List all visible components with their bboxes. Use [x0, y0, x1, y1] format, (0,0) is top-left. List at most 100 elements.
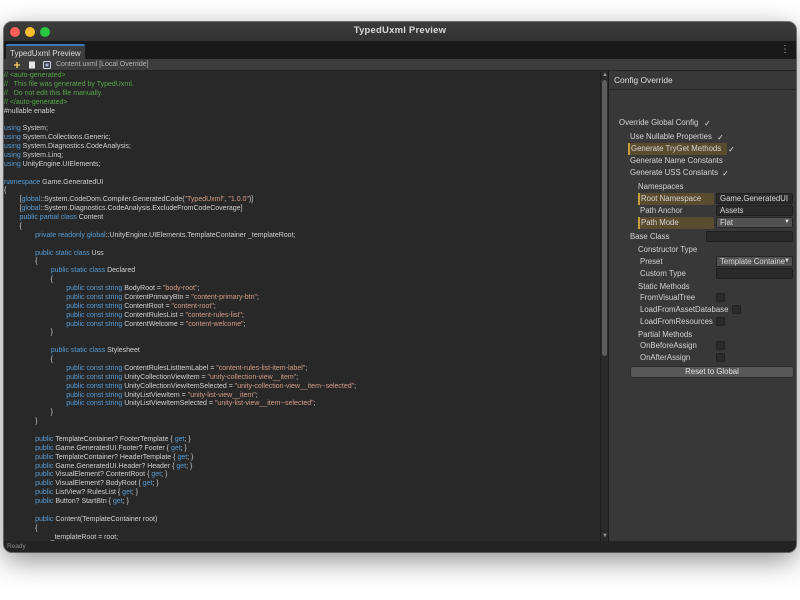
code-line: namespace Game.GeneratedUI [4, 179, 600, 188]
reset-to-global-button[interactable]: Reset to Global [630, 366, 794, 378]
code-token: using [4, 151, 21, 159]
code-line: // <auto-generated> [4, 72, 600, 81]
code-token: public const string [66, 293, 123, 301]
override-global-config-checkbox[interactable]: ✓ [703, 119, 712, 128]
code-token: public const string [66, 285, 123, 292]
code-line: public const string ContentRoot = "conte… [4, 303, 600, 312]
code-token: public const string [66, 382, 123, 390]
add-icon[interactable] [12, 60, 22, 70]
preset-dropdown[interactable]: Template Containe ▼ [716, 256, 793, 267]
code-line: public static class Declared [4, 267, 600, 276]
copy-icon[interactable] [27, 60, 37, 70]
path-anchor-field[interactable]: Assets [716, 205, 793, 216]
load-from-asset-database-checkbox[interactable] [732, 305, 741, 314]
refresh-icon[interactable] [42, 60, 52, 70]
code-line: public const string BodyRoot = "body-roo… [4, 285, 600, 294]
code-token: public const string [66, 311, 123, 319]
code-token: BodyRoot = [122, 285, 163, 292]
code-token: Content [76, 214, 104, 221]
code-line: { [4, 525, 600, 534]
code-token: { [4, 524, 38, 532]
code-token: public const string [66, 320, 123, 328]
load-from-resources-checkbox[interactable] [716, 317, 725, 326]
generate-uss-constants-checkbox[interactable]: ✓ [721, 169, 730, 178]
code-line: public const string UnityCollectionViewI… [4, 383, 600, 392]
load-from-resources-label: LoadFromResources [640, 317, 713, 326]
code-token: "content-root" [171, 302, 214, 310]
code-line: public VisualElement? BodyRoot { get; } [4, 480, 600, 489]
config-override-panel: Config Override Override Global Config ✓… [608, 71, 796, 541]
generate-name-constants-checkbox[interactable] [727, 157, 736, 166]
code-token: System.Linq; [20, 151, 64, 159]
code-token: ; [197, 285, 200, 292]
code-line: [global::System.CodeDom.Compiler.Generat… [4, 196, 600, 205]
code-token: ; } [131, 489, 139, 497]
code-line: _templateRoot = root; [4, 534, 600, 542]
more-options-icon[interactable]: ⋮ [780, 44, 790, 56]
code-line: using System.Diagnostics.CodeAnalysis; [4, 143, 600, 152]
code-token: public const string [66, 364, 123, 372]
code-token: ::UnityEngine.UIElements.TemplateContain… [105, 231, 296, 239]
code-token: "content-welcome" [185, 320, 244, 328]
code-token: _templateRoot = root; [4, 533, 119, 541]
tab-typeduxml-preview[interactable]: TypedUxml Preview [6, 44, 85, 59]
on-before-assign-label: OnBeforeAssign [640, 341, 697, 350]
panel-header: Config Override [614, 75, 673, 85]
on-before-assign-checkbox[interactable] [716, 341, 725, 350]
code-token: using [4, 134, 21, 142]
selected-file-label: Content.uxml [Local Override] [56, 61, 149, 68]
code-scrollbar[interactable]: ▲ ▼ [600, 71, 608, 541]
code-preview[interactable]: // <auto-generated>// This file was gene… [4, 71, 600, 541]
code-token: "unity-list-view__item--selected" [214, 400, 314, 408]
code-token: System.Diagnostics.CodeAnalysis; [20, 143, 131, 150]
window-title: TypedUxml Preview [353, 25, 447, 36]
code-line: public Button? StartBtn { get; } [4, 498, 600, 507]
code-line: public Content(TemplateContainer root) [4, 516, 600, 525]
from-visual-tree-checkbox[interactable] [716, 293, 725, 302]
generate-uss-constants-label: Generate USS Constants [630, 168, 718, 177]
custom-type-field[interactable] [716, 268, 793, 279]
code-token: get [174, 435, 185, 443]
code-token: { [4, 258, 38, 266]
code-line: } [4, 329, 600, 338]
use-nullable-checkbox[interactable]: ✓ [716, 133, 725, 142]
code-token: ; [354, 382, 357, 390]
code-token: public const string [66, 391, 123, 399]
path-mode-dropdown[interactable]: Flat ▼ [716, 217, 793, 228]
code-line: { [4, 223, 600, 232]
code-token: System; [20, 125, 48, 133]
code-line: using System.Linq; [4, 152, 600, 161]
code-token: get [151, 471, 162, 479]
code-token: ListView? RulesList { [53, 489, 123, 497]
code-line: public Game.GeneratedUI.Footer? Footer {… [4, 445, 600, 454]
code-token: UnityCollectionViewItemSelected = [122, 382, 235, 390]
code-token: Button? StartBtn { [53, 498, 113, 505]
scrollbar-thumb[interactable] [602, 80, 607, 356]
code-token: [ [4, 196, 22, 204]
code-token: public const string [66, 302, 123, 310]
code-token: global [86, 231, 106, 239]
generate-tryget-checkbox[interactable]: ✓ [727, 145, 736, 154]
code-token: ContentPrimaryBtn = [122, 293, 192, 301]
title-bar[interactable]: TypedUxml Preview [4, 22, 796, 42]
root-namespace-field[interactable]: Game.GeneratedUI [716, 193, 793, 204]
base-class-field[interactable] [706, 231, 793, 242]
header-divider [609, 89, 796, 90]
code-token: ; } [184, 435, 191, 443]
code-line: public static class Uss [4, 250, 600, 259]
preview-window: TypedUxml Preview TypedUxml Preview ⋮ Co… [4, 22, 796, 552]
code-token: public [35, 489, 54, 497]
code-token: ::System.CodeDom.Compiler.GeneratedCode( [40, 196, 185, 204]
code-text: // <auto-generated>// This file was gene… [4, 71, 600, 541]
code-line: { [4, 258, 600, 267]
code-token: ; [313, 400, 316, 408]
generate-tryget-label: Generate TryGet Methods [628, 143, 727, 155]
on-after-assign-checkbox[interactable] [716, 353, 725, 362]
